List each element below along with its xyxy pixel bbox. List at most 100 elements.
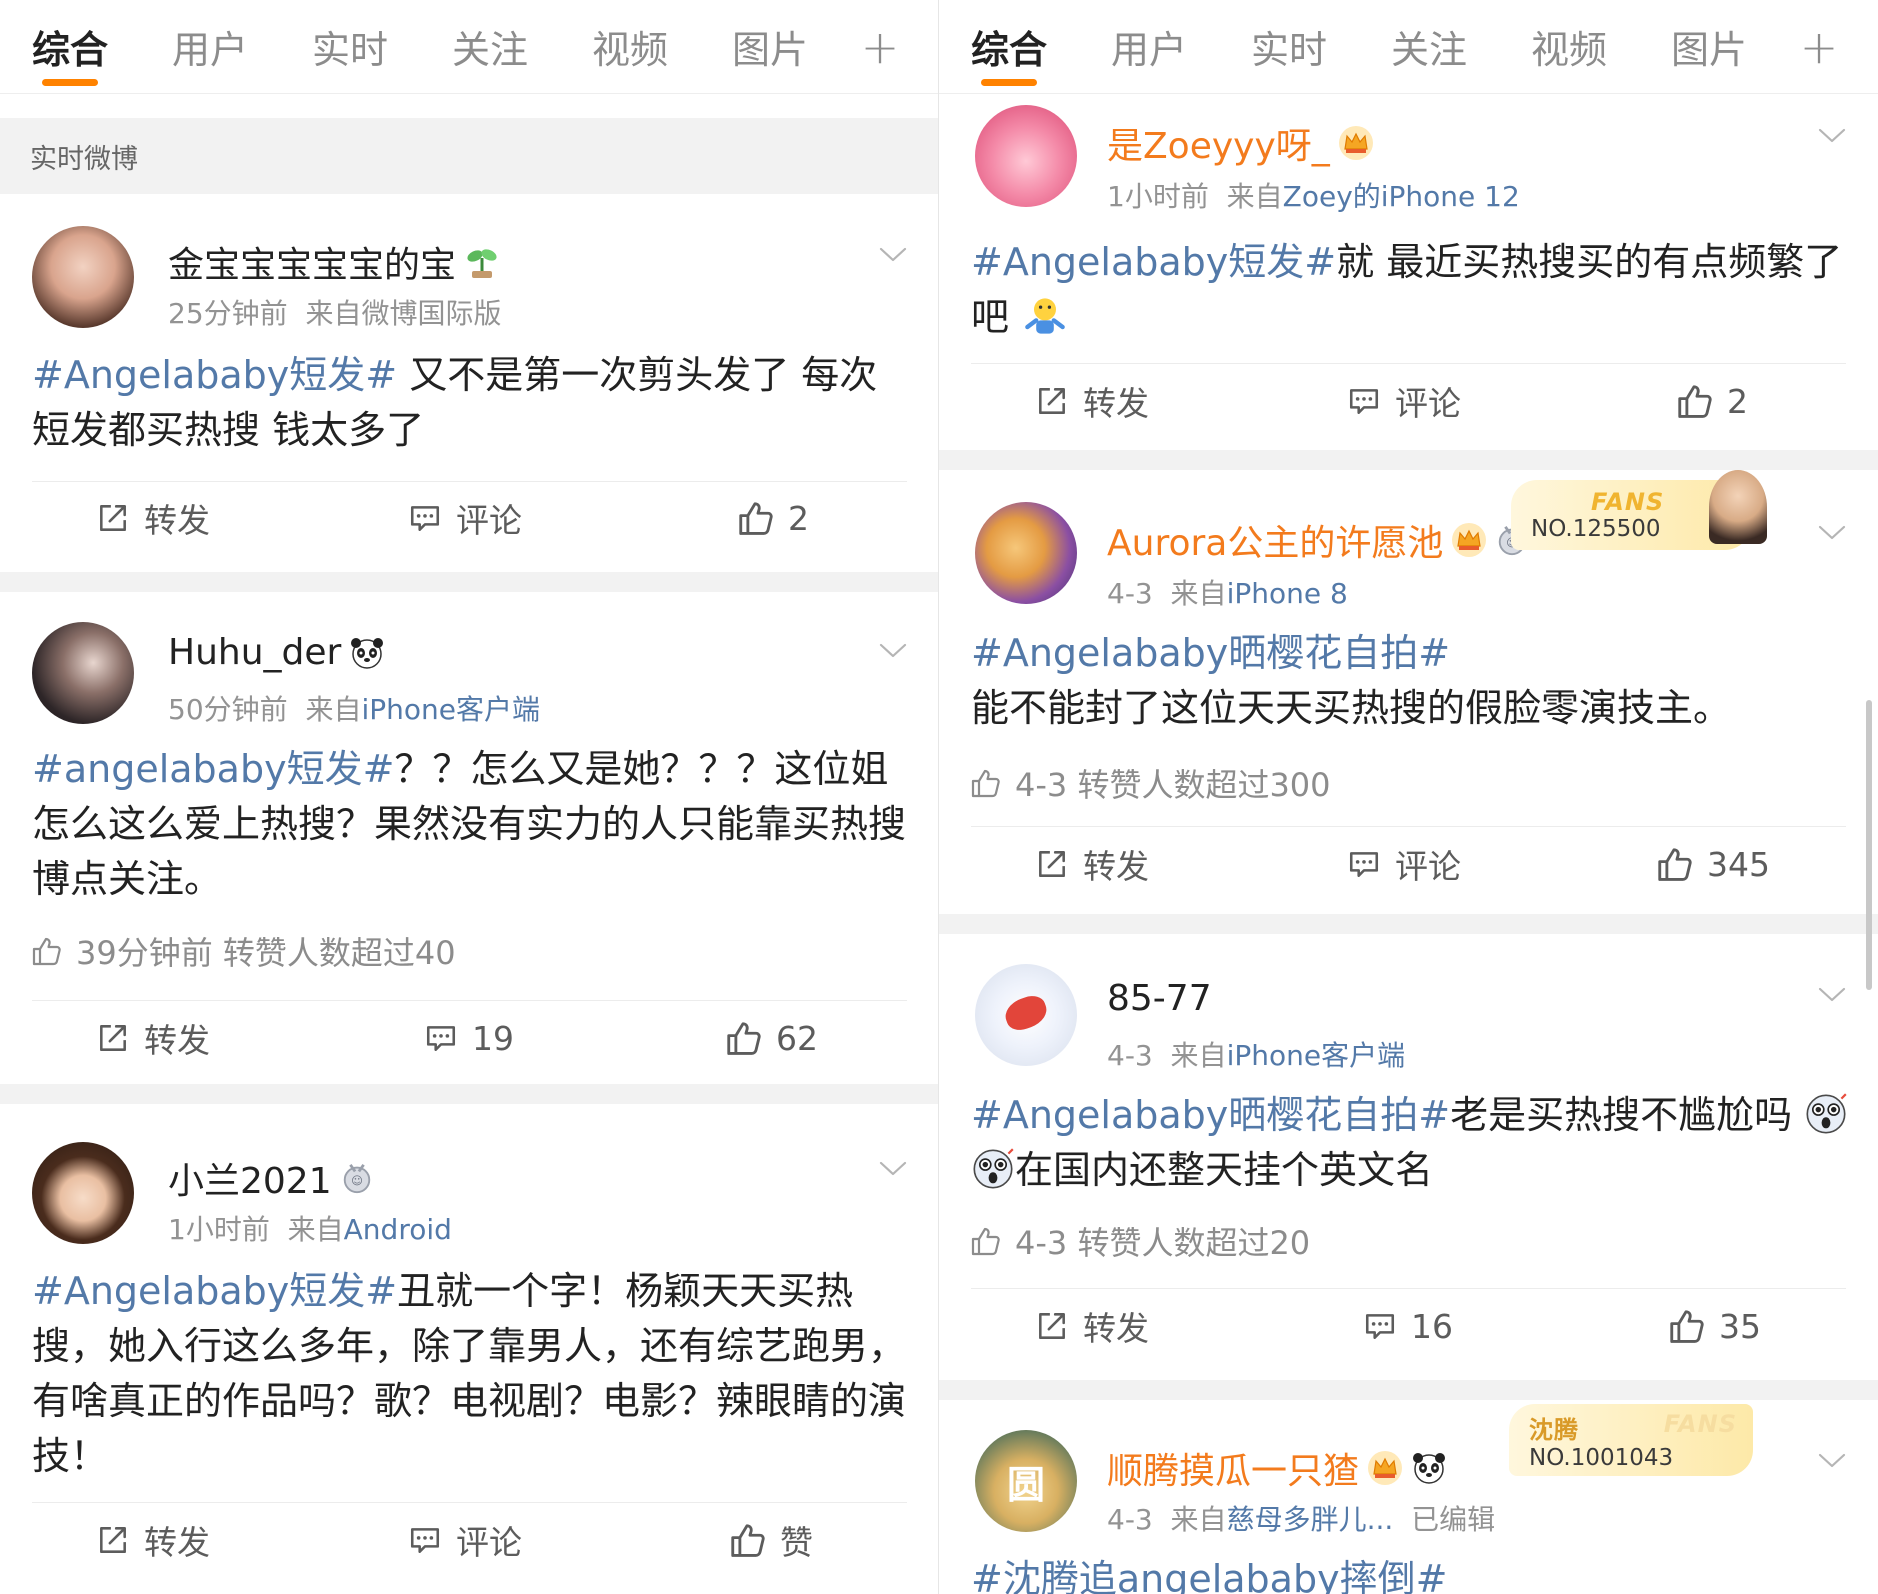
repost-button[interactable]: 转发 xyxy=(1035,1302,1149,1350)
chevron-down-icon[interactable] xyxy=(877,238,909,270)
post-text: #Angelababy短发# 又不是第一次剪头发了 每次短发都买热搜 钱太多了 xyxy=(32,348,912,458)
post-text: #Angelababy短发#丑就一个字！杨颖天天买热搜，她入行这么多年，除了靠男… xyxy=(32,1264,912,1484)
action-bar: 转发 评论 赞 xyxy=(0,1504,938,1576)
username[interactable]: Aurora公主的许愿池 xyxy=(1107,514,1529,566)
repost-button[interactable]: 转发 xyxy=(96,1516,210,1564)
action-bar: 转发 评论 2 xyxy=(0,482,938,554)
hashtag-link[interactable]: #Angelababy短发# xyxy=(971,240,1336,284)
from-label: 来自 xyxy=(1226,180,1283,213)
comment-button[interactable]: 16 xyxy=(1363,1307,1453,1346)
tab-users[interactable]: 用户 xyxy=(1079,0,1219,94)
chevron-down-icon[interactable] xyxy=(1816,1444,1848,1476)
username[interactable]: 是Zoeyyy呀_ xyxy=(1107,117,1374,169)
tab-comprehensive[interactable]: 综合 xyxy=(0,0,140,94)
post-meta: 1小时前 来自Android xyxy=(168,1208,452,1248)
fans-badge[interactable]: 沈腾 FANS NO.1001043 xyxy=(1509,1404,1753,1476)
post-source[interactable]: iPhone客户端 xyxy=(1227,1039,1406,1072)
post-body-continued: 在国内还整天挂个英文名 xyxy=(1015,1148,1434,1192)
avatar[interactable]: 圆 xyxy=(975,1430,1077,1532)
like-count: 35 xyxy=(1719,1306,1761,1346)
repost-icon xyxy=(96,501,130,535)
add-tab-button[interactable]: + xyxy=(1779,0,1859,94)
repost-button[interactable]: 转发 xyxy=(96,494,210,542)
repost-button[interactable]: 转发 xyxy=(1035,840,1149,888)
like-button[interactable]: 2 xyxy=(736,499,809,538)
post-source[interactable]: iPhone 8 xyxy=(1227,577,1348,610)
post-card[interactable]: 85-77 4-3 来自iPhone客户端 #Angelababy晒樱花自拍#老… xyxy=(939,934,1878,1380)
avatar[interactable] xyxy=(32,226,134,328)
comment-button[interactable]: 评论 xyxy=(1347,377,1461,425)
from-label: 来自 xyxy=(305,693,362,726)
post-time: 4-3 xyxy=(1107,577,1153,610)
scrollbar[interactable] xyxy=(1866,700,1872,990)
tab-users[interactable]: 用户 xyxy=(140,0,280,94)
tab-video[interactable]: 视频 xyxy=(560,0,700,94)
post-card[interactable]: 金宝宝宝宝宝的宝 25分钟前 来自微博国际版 #Angelababy短发# 又不… xyxy=(0,194,938,572)
avatar[interactable] xyxy=(32,1142,134,1244)
username[interactable]: 小兰2021 xyxy=(168,1152,374,1204)
chevron-down-icon[interactable] xyxy=(1816,516,1848,548)
username[interactable]: 85-77 xyxy=(1107,978,1212,1019)
add-tab-button[interactable]: + xyxy=(840,0,920,94)
username[interactable]: 金宝宝宝宝宝的宝 xyxy=(168,236,500,288)
tab-bar: 综合 用户 实时 关注 视频 图片 + xyxy=(939,0,1878,94)
avatar[interactable] xyxy=(32,622,134,724)
like-button[interactable]: 2 xyxy=(1675,382,1748,421)
tab-images[interactable]: 图片 xyxy=(1639,0,1779,94)
post-source[interactable]: iPhone客户端 xyxy=(361,693,540,726)
fans-number: NO.1001043 xyxy=(1529,1444,1674,1471)
chevron-down-icon[interactable] xyxy=(877,1152,909,1184)
like-button[interactable]: 62 xyxy=(724,1019,818,1058)
avatar[interactable] xyxy=(975,105,1077,207)
post-source: 微博国际版 xyxy=(361,297,502,330)
post-meta: 4-3 来自慈母多胖儿... 已编辑 xyxy=(1107,1498,1495,1538)
tab-realtime[interactable]: 实时 xyxy=(280,0,420,94)
post-card[interactable]: 是Zoeyyy呀_ 1小时前 来自Zoey的iPhone 12 #Angelab… xyxy=(939,95,1878,450)
comment-button[interactable]: 评论 xyxy=(408,1516,522,1564)
repost-button[interactable]: 转发 xyxy=(1035,377,1149,425)
tab-following[interactable]: 关注 xyxy=(420,0,560,94)
chevron-down-icon[interactable] xyxy=(1816,978,1848,1010)
post-source[interactable]: Android xyxy=(344,1213,452,1246)
thumb-up-icon xyxy=(1655,845,1693,883)
like-button[interactable]: 35 xyxy=(1667,1307,1761,1346)
post-meta: 25分钟前 来自微博国际版 xyxy=(168,292,501,332)
hashtag-link[interactable]: #Angelababy短发# xyxy=(32,1269,397,1313)
post-meta: 4-3 来自iPhone 8 xyxy=(1107,572,1348,612)
repost-label: 转发 xyxy=(1083,1309,1149,1348)
post-source[interactable]: 慈母多胖儿... xyxy=(1227,1503,1394,1536)
like-count: 2 xyxy=(1727,381,1748,421)
like-button[interactable]: 赞 xyxy=(728,1516,813,1564)
hashtag-link[interactable]: #Angelababy晒樱花自拍# xyxy=(971,631,1450,675)
tab-realtime[interactable]: 实时 xyxy=(1219,0,1359,94)
hashtag-link[interactable]: #angelababy短发# xyxy=(32,747,394,791)
hashtag-link[interactable]: #Angelababy短发# xyxy=(32,353,397,397)
hashtag-link[interactable]: #沈腾追angelababy摔倒# xyxy=(971,1557,1447,1594)
avatar[interactable] xyxy=(975,964,1077,1066)
post-card[interactable]: Aurora公主的许愿池 FANS NO.125500 4-3 来自iPhone… xyxy=(939,470,1878,914)
comment-button[interactable]: 评论 xyxy=(1347,840,1461,888)
comment-button[interactable]: 19 xyxy=(424,1019,514,1058)
post-source[interactable]: Zoey的iPhone 12 xyxy=(1283,180,1520,213)
avatar[interactable] xyxy=(975,502,1077,604)
like-button[interactable]: 345 xyxy=(1655,845,1770,884)
tab-following[interactable]: 关注 xyxy=(1359,0,1499,94)
action-bar: 转发 评论 345 xyxy=(939,828,1878,900)
post-body: 老是买热搜不尴尬吗 xyxy=(1450,1093,1793,1137)
from-label: 来自 xyxy=(1170,1039,1227,1072)
comment-icon xyxy=(1347,847,1381,881)
post-card[interactable]: Huhu_der 50分钟前 来自iPhone客户端 #angelababy短发… xyxy=(0,592,938,1084)
tab-video[interactable]: 视频 xyxy=(1499,0,1639,94)
username[interactable]: 顺腾摸瓜一只猹 xyxy=(1107,1442,1447,1494)
repost-button[interactable]: 转发 xyxy=(96,1014,210,1062)
chevron-down-icon[interactable] xyxy=(877,634,909,666)
like-count: 赞 xyxy=(780,1523,813,1562)
chevron-down-icon[interactable] xyxy=(1816,119,1848,151)
hashtag-link[interactable]: #Angelababy晒樱花自拍# xyxy=(971,1093,1450,1137)
post-card[interactable]: 小兰2021 1小时前 来自Android #Angelababy短发#丑就一个… xyxy=(0,1104,938,1594)
tab-comprehensive[interactable]: 综合 xyxy=(939,0,1079,94)
post-card[interactable]: 圆 顺腾摸瓜一只猹 沈腾 FANS NO.1001043 4-3 来自慈母多胖儿… xyxy=(939,1400,1878,1594)
comment-button[interactable]: 评论 xyxy=(408,494,522,542)
tab-images[interactable]: 图片 xyxy=(700,0,840,94)
username[interactable]: Huhu_der xyxy=(168,632,385,673)
